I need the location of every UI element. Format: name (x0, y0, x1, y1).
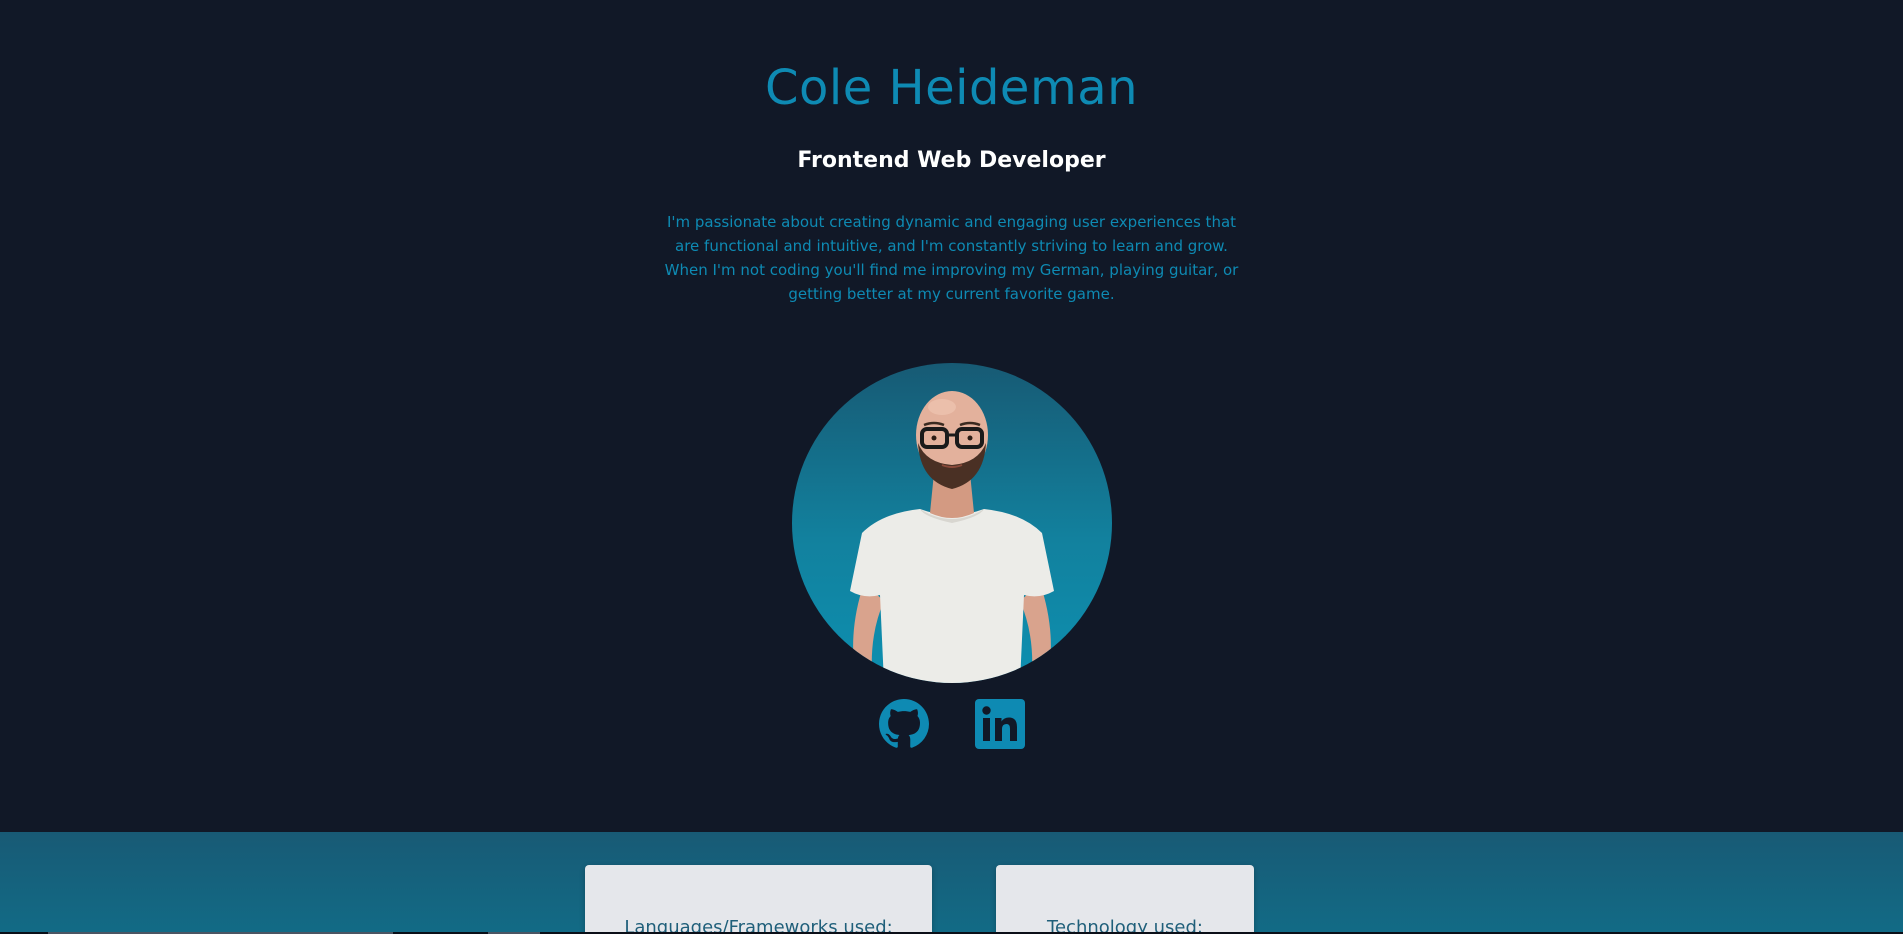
page-title: Cole Heideman (764, 60, 1139, 116)
github-icon (879, 699, 929, 748)
linkedin-icon (975, 699, 1025, 749)
linkedin-link[interactable] (975, 699, 1025, 749)
bio-text: I'm passionate about creating dynamic an… (664, 213, 1239, 303)
languages-card: Languages/Frameworks used: (585, 865, 932, 934)
avatar-illustration (850, 391, 1054, 683)
github-link[interactable] (879, 699, 929, 749)
hero-section: Cole Heideman Frontend Web Developer I'm… (0, 0, 1903, 832)
job-title: Frontend Web Developer (797, 148, 1106, 173)
technology-card: Technology used: (996, 865, 1254, 934)
avatar (792, 363, 1112, 683)
skills-section (0, 832, 1903, 934)
